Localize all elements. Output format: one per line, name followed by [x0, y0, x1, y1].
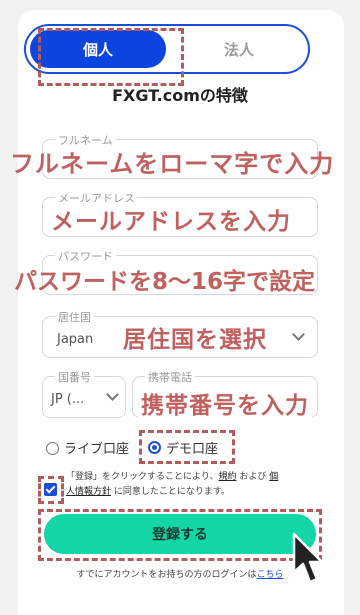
- login-prompt-text: すでにアカウントをお持ちの方のログインは: [76, 570, 257, 580]
- annotation-phone: 携帯番号を入力: [138, 386, 312, 420]
- country-code-value: JP (...: [51, 392, 85, 407]
- radio-demo[interactable]: [148, 441, 161, 454]
- account-type-tabs: 個人 法人: [24, 24, 310, 74]
- privacy-link[interactable]: 人情報方針: [66, 487, 111, 497]
- tab-corporate[interactable]: 法人: [172, 30, 306, 68]
- residence-label: 居住国: [55, 309, 94, 325]
- country-code-label: 国番号: [55, 369, 94, 385]
- country-code-select[interactable]: 国番号 JP (...: [42, 369, 126, 418]
- agreement-text-after: に同意したことになります。: [111, 487, 230, 497]
- agree-checkbox[interactable]: [44, 483, 57, 496]
- radio-demo-label[interactable]: デモ口座: [166, 438, 218, 457]
- annotation-password: パスワードを8〜16字で設定: [14, 269, 316, 295]
- tab-personal[interactable]: 個人: [30, 30, 166, 68]
- agreement-middle: および: [236, 472, 270, 482]
- terms-link[interactable]: 規約: [218, 472, 236, 482]
- features-heading: FXGT.comの特徴: [112, 86, 248, 105]
- chevron-down-icon: [292, 328, 305, 341]
- agreement-text: 「登録」をクリックすることにより、規約 および 個 人情報方針 に同意したことに…: [66, 470, 316, 500]
- mouse-pointer-icon: [292, 532, 324, 584]
- login-link[interactable]: こちら: [257, 570, 284, 580]
- annotation-email: メールアドレスを入力: [48, 202, 294, 236]
- register-button[interactable]: 登録する: [44, 514, 316, 554]
- radio-live-label[interactable]: ライブ口座: [64, 438, 129, 457]
- annotation-residence: 居住国を選択: [120, 320, 270, 354]
- chevron-down-icon: [106, 388, 119, 401]
- radio-live[interactable]: [46, 442, 59, 455]
- privacy-link-start[interactable]: 個: [269, 472, 278, 482]
- residence-value: Japan: [57, 332, 94, 347]
- agreement-text-before: 「登録」をクリックすることにより、: [66, 472, 219, 482]
- phone-label: 携帯電話: [145, 369, 195, 385]
- annotation-fullname: フルネームをローマ字で入力: [10, 150, 335, 178]
